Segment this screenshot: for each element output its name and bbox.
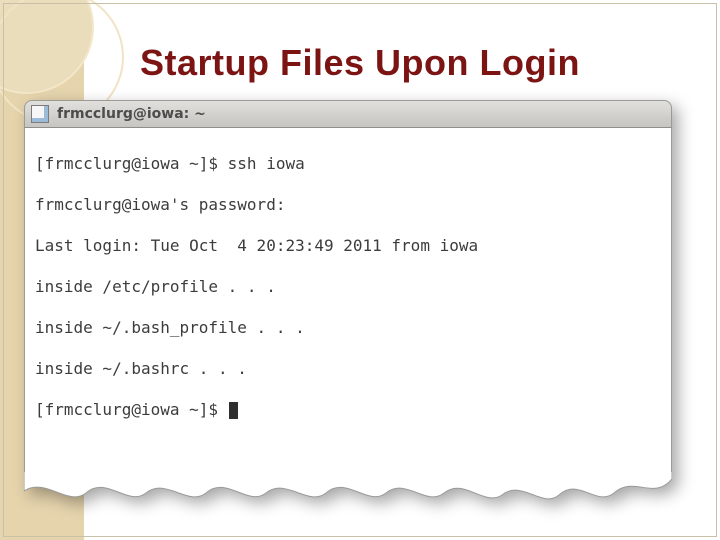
terminal-line: Last login: Tue Oct 4 20:23:49 2011 from… bbox=[35, 236, 661, 256]
terminal-app-icon bbox=[31, 105, 49, 123]
terminal-prompt-line: [frmcclurg@iowa ~]$ bbox=[35, 400, 661, 420]
terminal-titlebar: frmcclurg@iowa: ~ bbox=[24, 100, 672, 128]
terminal-window: frmcclurg@iowa: ~ [frmcclurg@iowa ~]$ ss… bbox=[24, 100, 672, 511]
terminal-line: inside /etc/profile . . . bbox=[35, 277, 661, 297]
terminal-line: inside ~/.bashrc . . . bbox=[35, 359, 661, 379]
terminal-line: [frmcclurg@iowa ~]$ ssh iowa bbox=[35, 154, 661, 174]
terminal-line: frmcclurg@iowa's password: bbox=[35, 195, 661, 215]
torn-edge bbox=[24, 471, 672, 511]
terminal-body: [frmcclurg@iowa ~]$ ssh iowa frmcclurg@i… bbox=[24, 128, 672, 472]
terminal-cursor bbox=[229, 402, 238, 419]
terminal-window-title: frmcclurg@iowa: ~ bbox=[57, 106, 206, 122]
slide-title: Startup Files Upon Login bbox=[0, 42, 720, 84]
terminal-prompt-text: [frmcclurg@iowa ~]$ bbox=[35, 400, 228, 419]
terminal-line: inside ~/.bash_profile . . . bbox=[35, 318, 661, 338]
